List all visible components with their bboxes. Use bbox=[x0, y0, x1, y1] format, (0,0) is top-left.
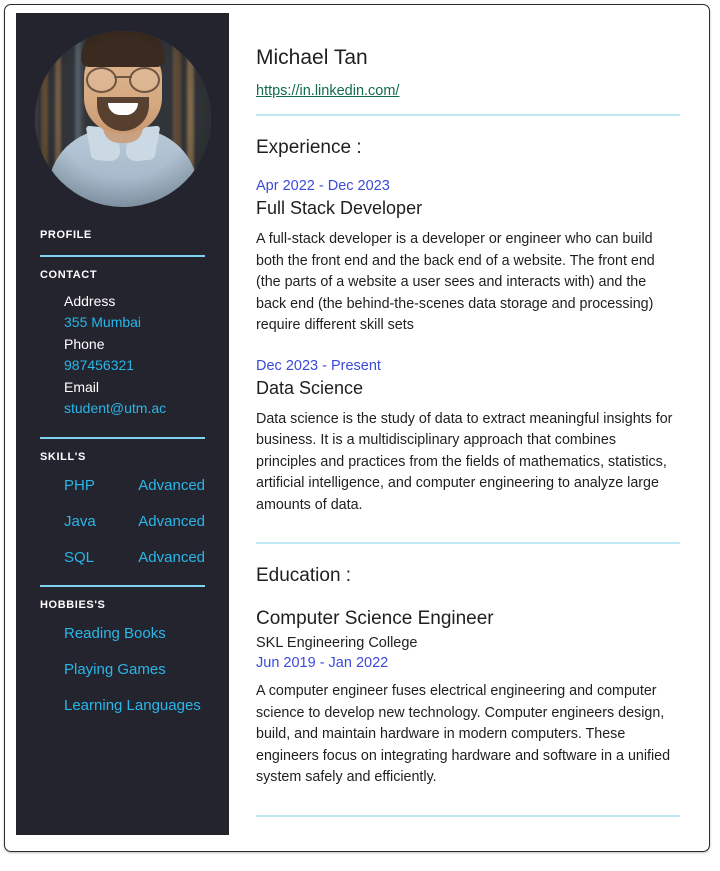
education-institution: SKL Engineering College bbox=[256, 635, 418, 651]
list-item: Playing Games bbox=[64, 661, 166, 678]
list-item: Reading Books bbox=[64, 625, 166, 642]
contact-section-label: CONTACT bbox=[40, 269, 98, 281]
education-entry: Computer Science Engineer SKL Engineerin… bbox=[256, 607, 688, 789]
experience-entry: Apr 2022 - Dec 2023 Full Stack Developer… bbox=[256, 177, 688, 337]
skill-row: PHP Advanced bbox=[64, 477, 205, 494]
experience-date: Dec 2023 - Present bbox=[256, 357, 381, 374]
list-item: Learning Languages bbox=[64, 697, 201, 714]
sidebar-divider-1 bbox=[40, 255, 205, 257]
profile-section-label: PROFILE bbox=[40, 229, 92, 241]
resume-page: PROFILE CONTACT Address 355 Mumbai Phone… bbox=[0, 0, 720, 871]
education-section-title: Education : bbox=[256, 565, 352, 586]
education-description: A computer engineer fuses electrical eng… bbox=[256, 683, 671, 785]
contact-label-address: Address bbox=[64, 293, 116, 309]
contact-value-address[interactable]: 355 Mumbai bbox=[64, 312, 229, 333]
contact-item-phone: Phone 987456321 bbox=[64, 334, 229, 376]
contact-item-email: Email student@utm.ac bbox=[64, 377, 229, 419]
skill-name-php: PHP bbox=[64, 477, 95, 494]
skills-list: PHP Advanced Java Advanced SQL Advanced bbox=[16, 477, 229, 566]
hobbies-section-label: HOBBIES'S bbox=[40, 599, 106, 611]
experience-entry: Dec 2023 - Present Data Science Data sci… bbox=[256, 357, 688, 517]
sidebar-divider-2 bbox=[40, 437, 205, 439]
education-title: Computer Science Engineer bbox=[256, 608, 494, 629]
footer-divider bbox=[256, 814, 680, 817]
skill-level-php: Advanced bbox=[138, 477, 205, 494]
profile-link[interactable]: https://in.linkedin.com/ bbox=[256, 82, 399, 100]
sidebar-divider-3 bbox=[40, 585, 205, 587]
contact-label-phone: Phone bbox=[64, 336, 105, 352]
section-divider bbox=[256, 542, 680, 544]
skill-row: Java Advanced bbox=[64, 513, 205, 530]
skill-level-sql: Advanced bbox=[138, 549, 205, 566]
experience-date: Apr 2022 - Dec 2023 bbox=[256, 178, 390, 194]
contact-value-email[interactable]: student@utm.ac bbox=[64, 398, 229, 419]
experience-title: Full Stack Developer bbox=[256, 198, 423, 218]
skill-name-sql: SQL bbox=[64, 549, 95, 566]
skill-row: SQL Advanced bbox=[64, 549, 205, 566]
sidebar: PROFILE CONTACT Address 355 Mumbai Phone… bbox=[16, 13, 229, 835]
experience-description: A full-stack developer is a developer or… bbox=[256, 231, 655, 333]
avatar-vignette bbox=[34, 31, 211, 207]
experience-title: Data Science bbox=[256, 377, 364, 398]
skills-section-label: SKILL'S bbox=[40, 451, 86, 463]
contact-item-address: Address 355 Mumbai bbox=[64, 291, 229, 333]
contact-label-email: Email bbox=[64, 379, 100, 395]
avatar bbox=[34, 31, 211, 207]
contact-value-phone[interactable]: 987456321 bbox=[64, 355, 229, 376]
main-content: Michael Tan https://in.linkedin.com/ Exp… bbox=[256, 13, 688, 817]
education-date: Jun 2019 - Jan 2022 bbox=[256, 655, 389, 671]
skill-name-java: Java bbox=[64, 513, 96, 530]
experience-section-title: Experience : bbox=[256, 137, 362, 158]
hobbies-list: Reading Books Playing Games Learning Lan… bbox=[16, 625, 229, 714]
page-title: Michael Tan bbox=[256, 46, 368, 69]
experience-description: Data science is the study of data to ext… bbox=[256, 410, 673, 513]
skill-level-java: Advanced bbox=[138, 513, 205, 530]
header-divider bbox=[256, 114, 680, 116]
contact-list: Address 355 Mumbai Phone 987456321 Email… bbox=[16, 291, 229, 419]
